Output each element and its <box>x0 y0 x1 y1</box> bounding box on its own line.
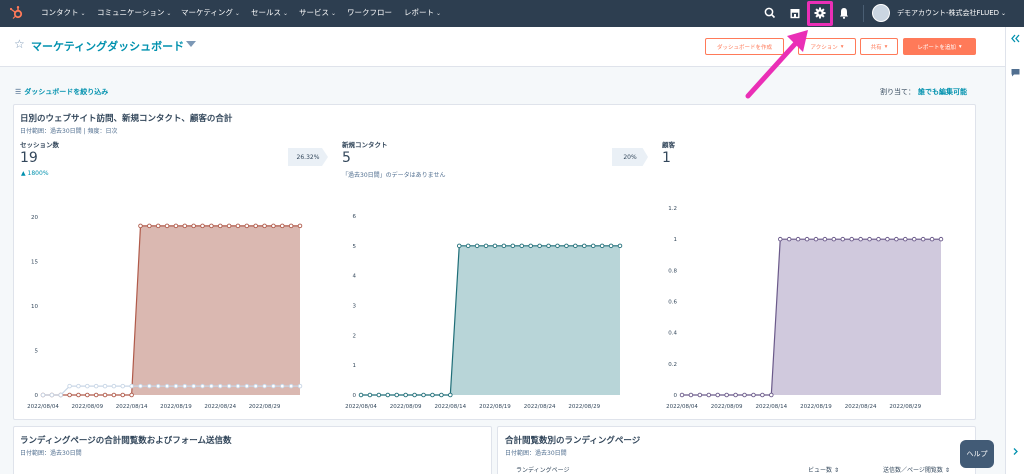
table-header-landing-page[interactable]: ランディングページ <box>516 465 569 474</box>
chevron-down-icon: ⌄ <box>331 10 337 17</box>
help-button[interactable]: ヘルプ <box>960 440 994 468</box>
dashboard-header: ☆ マーケティングダッシュボード ダッシュボードを作成 アクション ▾ 共有 ▾ レ… <box>0 27 1005 67</box>
metric-label-contacts: 新規コンタクト <box>342 141 388 149</box>
assignment-info: 割り当て： 誰でも編集可能 <box>880 88 967 96</box>
dashboard-title[interactable]: マーケティングダッシュボード <box>31 38 184 54</box>
nav-item-6[interactable]: レポート ⌄ <box>404 7 441 18</box>
report-card-traffic <box>13 104 976 420</box>
chevron-down-icon: ⌄ <box>234 10 240 17</box>
report-title[interactable]: 日別のウェブサイト訪問、新規コンタクト、顧客の合計 <box>20 112 232 124</box>
table-header-submissions[interactable]: 送信数／ページ閲覧数 ⇕ <box>883 465 950 474</box>
assignment-link[interactable]: 誰でも編集可能 <box>918 88 967 96</box>
report-meta: 日付範囲：過去30日間 | 頻度：日次 <box>20 128 118 135</box>
metric-value-sessions: 19 <box>20 150 38 166</box>
chevron-down-icon: ⌄ <box>1001 10 1007 17</box>
nav-item-1[interactable]: コミュニケーション ⌄ <box>97 7 171 18</box>
title-dropdown-icon[interactable] <box>186 41 196 47</box>
marketplace-icon[interactable] <box>788 6 802 20</box>
chevron-down-icon: ⌄ <box>80 10 86 17</box>
collapse-double-chevron-icon[interactable] <box>1010 33 1021 44</box>
metric-label-customers: 顧客 <box>662 141 675 149</box>
table-header-views[interactable]: ビュー数 ⇕ <box>808 465 839 474</box>
sort-icon: ⇕ <box>833 467 839 474</box>
metric-label-sessions: セッション数 <box>20 141 59 149</box>
metric-value-contacts: 5 <box>342 150 351 166</box>
filter-lines-icon: ☰ <box>15 88 22 96</box>
nav-item-4[interactable]: サービス ⌄ <box>299 7 336 18</box>
metric-badge-contacts: 20% <box>612 148 648 166</box>
create-dashboard-button[interactable]: ダッシュボードを作成 <box>705 38 784 55</box>
chevron-down-icon: ⌄ <box>436 10 442 17</box>
metric-badge-sessions: 26.32% <box>288 148 328 166</box>
report-meta: 日付範囲：過去30日間 <box>505 450 567 457</box>
actions-button[interactable]: アクション ▾ <box>798 38 856 55</box>
caret-down-icon: ▾ <box>840 43 844 50</box>
nav-divider <box>863 5 864 22</box>
bell-icon[interactable] <box>837 6 851 20</box>
nav-item-0[interactable]: コンタクト ⌄ <box>41 7 86 18</box>
report-meta: 日付範囲：過去30日間 <box>20 450 82 457</box>
chevron-down-icon: ⌄ <box>283 10 289 17</box>
chevron-right-icon[interactable] <box>1011 447 1020 456</box>
metric-note-contacts: 「過去30日間」のデータはありません <box>342 172 446 179</box>
chevron-down-icon: ⌄ <box>166 10 172 17</box>
chat-icon[interactable] <box>1010 67 1021 78</box>
caret-down-icon: ▾ <box>884 43 888 50</box>
right-sidebar <box>1005 27 1024 474</box>
search-icon[interactable] <box>763 6 777 20</box>
favorite-star-icon[interactable]: ☆ <box>14 37 25 51</box>
top-navigation: コンタクト ⌄ コミュニケーション ⌄ マーケティング ⌄ セールス ⌄ サービス ⌄ ワークフロー… <box>0 0 1024 27</box>
add-report-button[interactable]: レポートを追加 ▾ <box>903 38 976 55</box>
metric-value-customers: 1 <box>662 150 671 166</box>
account-name: デモアカウント-株式会社FLUED <box>897 9 1000 17</box>
nav-item-3[interactable]: セールス ⌄ <box>251 7 288 18</box>
nav-item-5[interactable]: ワークフロー <box>347 7 392 18</box>
account-menu[interactable]: デモアカウント-株式会社FLUED ⌄ <box>897 8 1006 18</box>
nav-item-2[interactable]: マーケティング ⌄ <box>181 7 240 18</box>
gear-icon[interactable] <box>813 6 827 20</box>
filter-dashboard-link[interactable]: ☰ ダッシュボードを絞り込み <box>15 87 108 97</box>
sort-icon: ⇕ <box>944 467 950 474</box>
up-triangle-icon: ▲ <box>21 170 26 177</box>
caret-down-icon: ▾ <box>958 43 962 50</box>
report-title[interactable]: ランディングページの合計閲覧数およびフォーム送信数 <box>20 434 231 446</box>
report-title[interactable]: 合計閲覧数別のランディングページ <box>505 434 640 446</box>
avatar[interactable] <box>872 4 890 22</box>
share-button[interactable]: 共有 ▾ <box>860 38 898 55</box>
hubspot-logo[interactable] <box>8 5 24 21</box>
metric-change-sessions: ▲ 1800% <box>21 170 49 177</box>
